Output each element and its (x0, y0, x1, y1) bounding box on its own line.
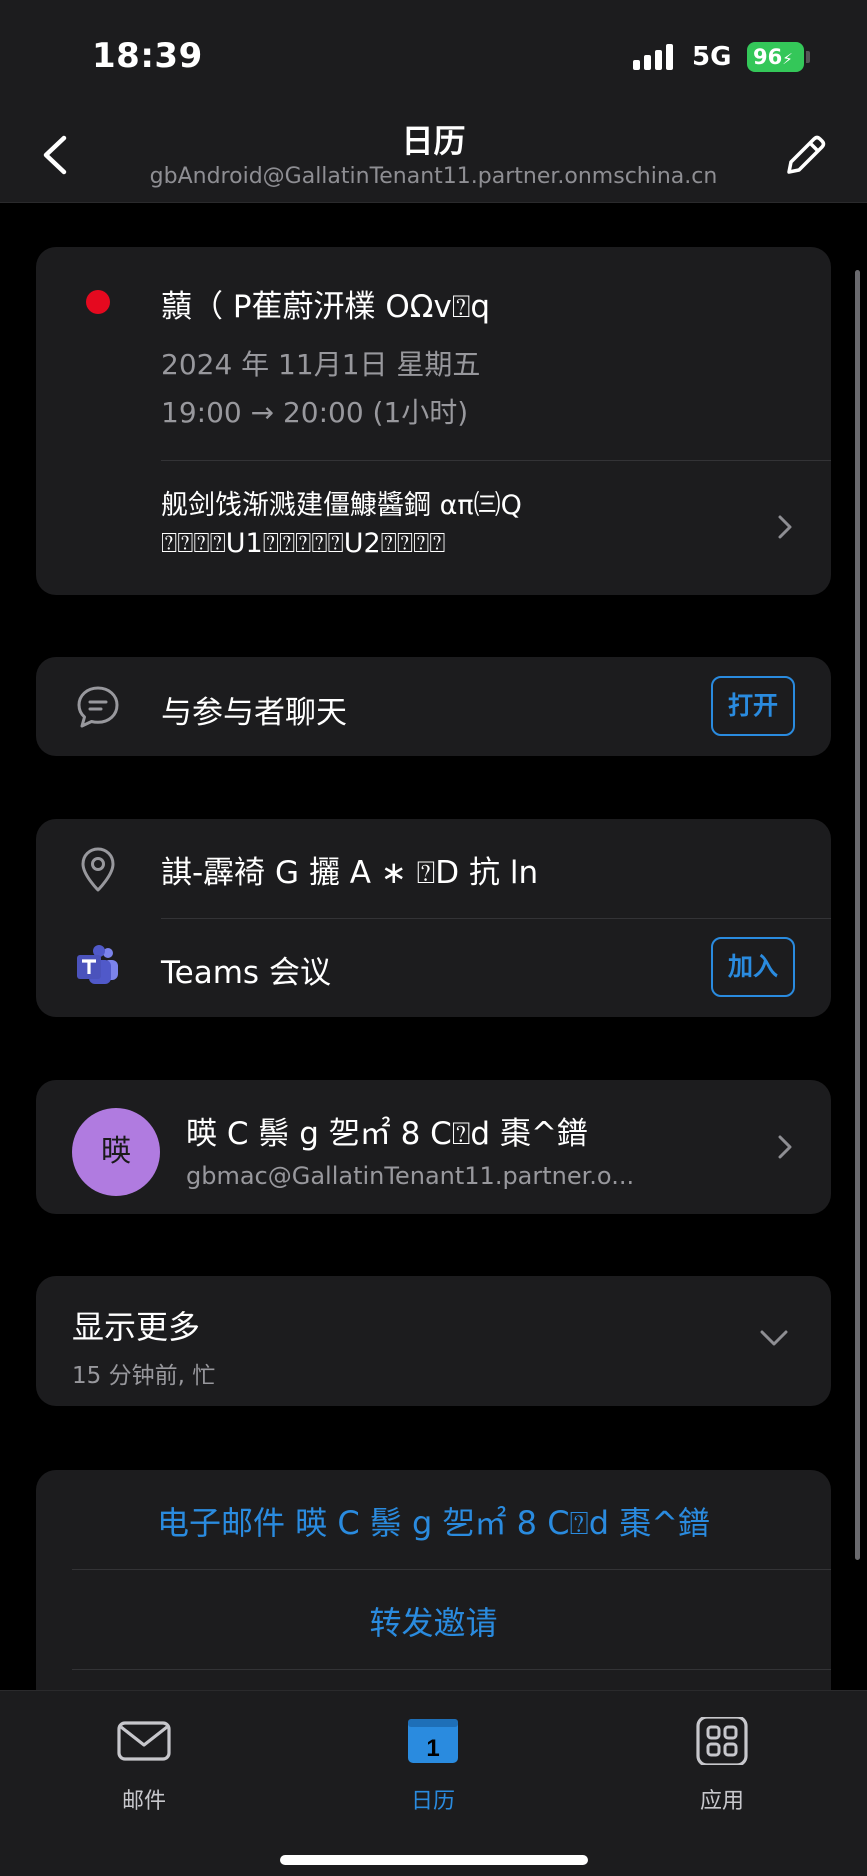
tab-mail[interactable]: 邮件 (64, 1711, 224, 1814)
location-pin-icon (81, 847, 115, 892)
actions-card: 电子邮件 暎 C 鬃 g 乫㎡ 8 C⍰d 棗^鐠 转发邀请 (36, 1470, 831, 1710)
tab-apps[interactable]: 应用 (642, 1711, 802, 1814)
chevron-right-icon (778, 1135, 792, 1159)
tab-calendar-label: 日历 (410, 1789, 455, 1814)
location-label: 諆-霹裿 G 攦 A ∗ ⍰D 抗 ln (161, 855, 539, 891)
event-card: 蘏（ P萑蔚汧檏 OΩv⍰q 2024 年 11月1日 星期五 19:00 → … (36, 247, 831, 595)
show-more-subtitle: 15 分钟前, 忙 (72, 1363, 216, 1389)
divider (72, 1569, 831, 1570)
event-time: 19:00 → 20:00 (1小时) (161, 396, 469, 429)
meeting-card: 諆-霹裿 G 攦 A ∗ ⍰D 抗 ln Teams 会议 加入 (36, 819, 831, 1017)
battery-tip (806, 51, 810, 63)
forward-invite-button[interactable]: 转发邀请 (36, 1598, 831, 1644)
calendar-icon: 1 (408, 1719, 458, 1763)
status-time: 18:39 (92, 36, 203, 76)
calendar-day: 1 (426, 1735, 439, 1762)
edit-button[interactable] (781, 130, 827, 180)
organizer-email: gbmac@GallatinTenant11.partner.o... (186, 1162, 635, 1190)
tab-apps-label: 应用 (699, 1789, 744, 1814)
status-bar: 18:39 5G 96⚡ (0, 0, 867, 110)
header: 日历 gbAndroid@GallatinTenant11.partner.on… (0, 110, 867, 203)
chat-label: 与参与者聊天 (161, 695, 347, 731)
organizer-name: 暎 C 鬃 g 乫㎡ 8 C⍰d 棗^鐠 (186, 1116, 588, 1152)
tab-bar: 邮件 1 日历 应用 (0, 1690, 867, 1876)
show-more-card[interactable]: 显示更多 15 分钟前, 忙 (36, 1276, 831, 1406)
chat-bubble-icon (77, 686, 119, 728)
email-organizer-button[interactable]: 电子邮件 暎 C 鬃 g 乫㎡ 8 C⍰d 棗^鐠 (36, 1498, 831, 1544)
chat-card: 与参与者聊天 打开 (36, 657, 831, 756)
network-label: 5G (692, 42, 732, 72)
home-indicator[interactable] (280, 1855, 588, 1865)
event-description[interactable]: 舰剑饯渐溅建僵鱇醬鋼 απ㈢Q ⍰⍰⍰⍰U1⍰⍰⍰⍰⍰U2⍰⍰⍰⍰ (161, 487, 761, 563)
divider (161, 918, 831, 919)
account-email: gbAndroid@GallatinTenant11.partner.onmsc… (149, 164, 718, 189)
event-title: 蘏（ P萑蔚汧檏 OΩv⍰q (161, 289, 491, 325)
chevron-down-icon (760, 1330, 788, 1346)
apps-grid-icon (696, 1717, 748, 1765)
battery-level: 96 (753, 45, 783, 69)
teams-icon (77, 945, 118, 984)
join-teams-button[interactable]: 加入 (711, 937, 795, 997)
open-chat-button[interactable]: 打开 (711, 676, 795, 736)
tab-calendar[interactable]: 1 日历 (353, 1711, 513, 1814)
event-color-dot (86, 290, 110, 314)
battery-icon: 96⚡ (747, 42, 804, 72)
divider (72, 1669, 831, 1670)
organizer-card[interactable]: 暎 暎 C 鬃 g 乫㎡ 8 C⍰d 棗^鐠 gbmac@GallatinTen… (36, 1080, 831, 1214)
chevron-right-icon[interactable] (774, 512, 796, 542)
avatar: 暎 (72, 1108, 160, 1196)
scrollbar[interactable] (855, 270, 860, 1560)
mail-icon (117, 1721, 171, 1761)
page-title: 日历 (401, 122, 466, 160)
event-date: 2024 年 11月1日 星期五 (161, 348, 481, 381)
show-more-title: 显示更多 (72, 1308, 201, 1346)
signal-icon (633, 44, 675, 70)
tab-mail-label: 邮件 (121, 1789, 166, 1814)
teams-label: Teams 会议 (161, 955, 331, 991)
pencil-icon (787, 135, 826, 174)
divider (161, 460, 831, 461)
